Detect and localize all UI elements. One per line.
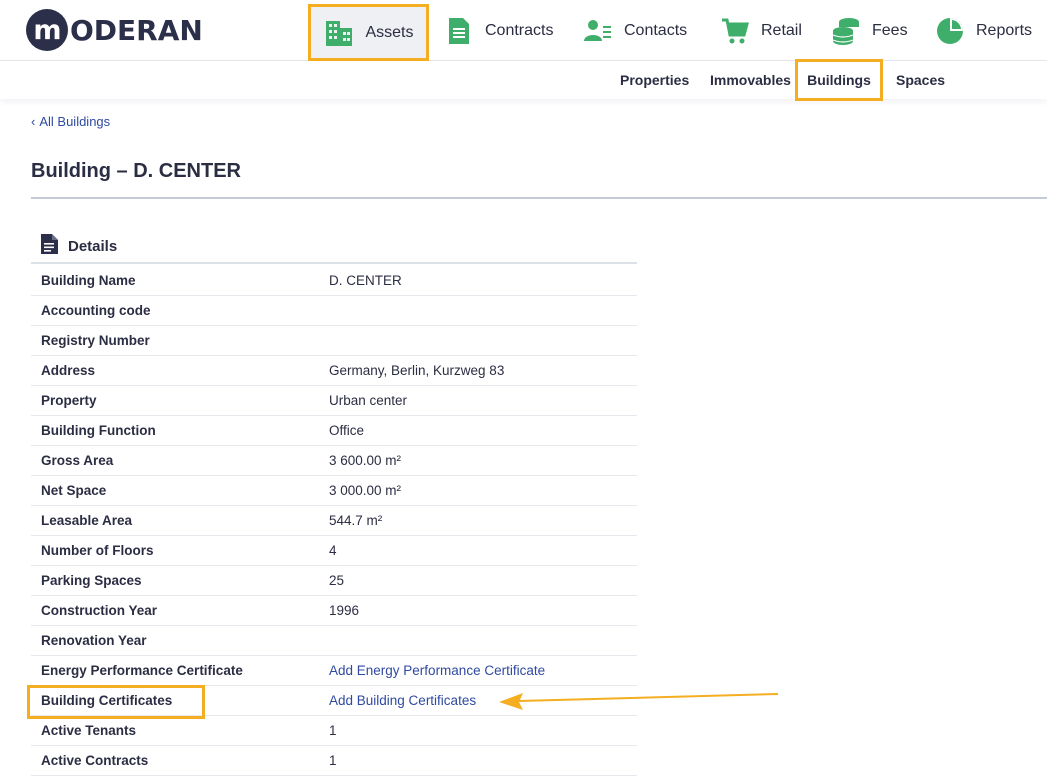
details-section-header: Details [40,234,117,258]
table-row: Net Space 3 000.00 m² [31,476,637,506]
section-title: Details [68,237,118,255]
table-row: Active Tenants 1 [31,716,637,746]
row-value: 1 [329,723,337,738]
moderan-logo[interactable]: m ODERAN [26,8,203,52]
table-row: Parking Spaces 25 [31,566,637,596]
table-row: Registry Number [31,326,637,356]
row-label: Accounting code [41,303,151,318]
nav-contracts-label: Contracts [485,21,554,39]
nav-contacts[interactable]: Contacts [582,0,687,61]
table-row: Gross Area 3 600.00 m² [31,446,637,476]
add-building-certificates-link[interactable]: Add Building Certificates [329,693,476,708]
table-row: Accounting code [31,296,637,326]
table-row: Leasable Area 544.7 m² [31,506,637,536]
document-icon [40,234,59,258]
row-value: Office [329,423,365,438]
details-table: Building Name D. CENTER Accounting code R… [31,266,637,776]
nav-assets[interactable]: Assets [308,4,429,61]
table-row: Active Contracts 1 [31,746,637,776]
shopping-cart-icon [719,15,751,47]
title-divider [31,197,1047,199]
row-value: 3 600.00 m² [329,453,402,468]
row-label: Active Contracts [41,753,149,768]
nav-retail-label: Retail [761,21,802,39]
row-label: Energy Performance Certificate [41,663,243,678]
table-row: Building Name D. CENTER [31,266,637,296]
table-row: Renovation Year [31,626,637,656]
nav-fees[interactable]: Fees [830,0,908,61]
table-row: Construction Year 1996 [31,596,637,626]
row-value: D. CENTER [329,273,402,288]
row-value: 4 [329,543,337,558]
subnav-immovables[interactable]: Immovables [710,61,791,99]
back-to-all-buildings-link[interactable]: ‹ All Buildings [31,114,110,129]
logo-text: ODERAN [70,13,203,47]
contact-card-icon [582,15,614,47]
nav-retail[interactable]: Retail [719,0,802,61]
logo-mark: m [26,9,68,51]
row-label: Number of Floors [41,543,154,558]
row-label: Building Name [41,273,136,288]
nav-reports-label: Reports [976,21,1033,39]
row-label: Registry Number [41,333,150,348]
building-icon [323,17,355,49]
table-row: Building Function Office [31,416,637,446]
nav-contacts-label: Contacts [624,21,688,39]
table-row: Property Urban center [31,386,637,416]
top-navigation: m ODERAN Assets Contracts Contacts Retai… [0,0,1047,61]
row-label: Building Function [41,423,156,438]
coins-icon [830,15,862,47]
row-value: 3 000.00 m² [329,483,402,498]
subnav-properties[interactable]: Properties [620,61,689,99]
row-label: Gross Area [41,453,114,468]
back-link-label: All Buildings [39,114,111,129]
row-label: Net Space [41,483,107,498]
row-value: 544.7 m² [329,513,383,528]
page-title: Building – D. CENTER [31,160,241,182]
nav-reports[interactable]: Reports [934,0,1032,61]
table-row: Building Certificates Add Building Certif… [31,686,637,716]
row-label: Address [41,363,96,378]
row-value: Urban center [329,393,408,408]
nav-assets-label: Assets [365,23,414,41]
row-value: 1996 [329,603,360,618]
row-label: Leasable Area [41,513,133,528]
row-label: Active Tenants [41,723,137,738]
row-label: Property [41,393,97,408]
table-row: Address Germany, Berlin, Kurzweg 83 [31,356,637,386]
chevron-left-icon: ‹ [31,114,36,129]
row-label: Construction Year [41,603,158,618]
row-value: 25 [329,573,345,588]
subnav-buildings[interactable]: Buildings [795,59,883,101]
subnav-spaces[interactable]: Spaces [896,61,945,99]
sub-navigation: Properties Immovables Buildings Spaces [0,59,1047,101]
document-icon [443,15,475,47]
nav-fees-label: Fees [872,21,908,39]
table-row: Energy Performance Certificate Add Energy… [31,656,637,686]
row-label: Renovation Year [41,633,147,648]
add-energy-certificate-link[interactable]: Add Energy Performance Certificate [329,663,545,678]
row-value: 1 [329,753,337,768]
table-row: Number of Floors 4 [31,536,637,566]
nav-contracts[interactable]: Contracts [443,0,553,61]
row-value: Germany, Berlin, Kurzweg 83 [329,363,505,378]
row-label: Parking Spaces [41,573,142,588]
section-divider [31,262,637,264]
pie-chart-icon [934,15,966,47]
row-label: Building Certificates [41,693,173,708]
